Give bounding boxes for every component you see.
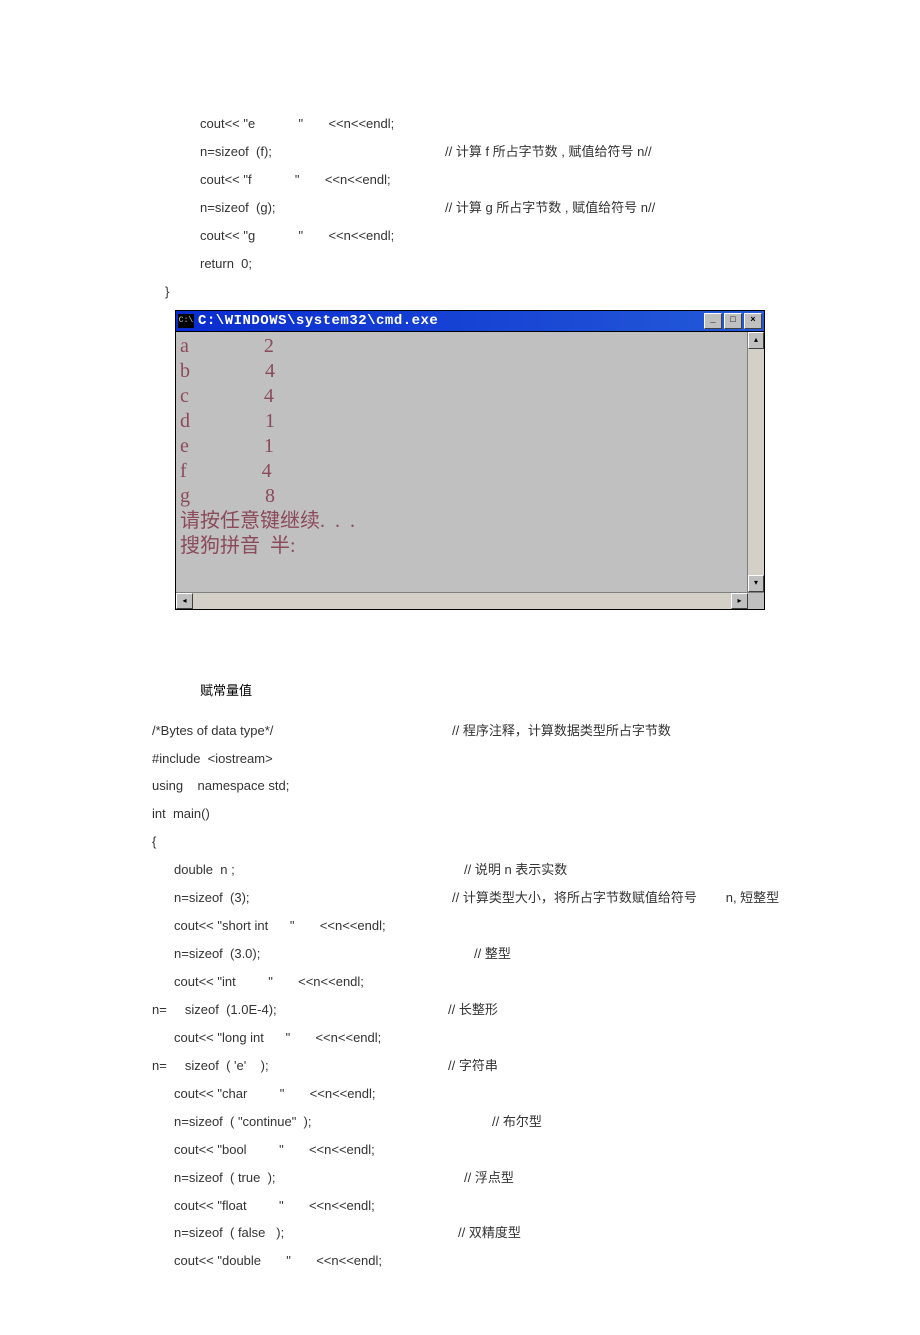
window-title: C:\WINDOWS\system32\cmd.exe bbox=[198, 313, 704, 329]
console-line: g 8 bbox=[180, 484, 743, 509]
scroll-right-icon[interactable]: ▸ bbox=[731, 593, 748, 609]
code-line: n=sizeof ( "continue" );// 布尔型 bbox=[0, 1108, 920, 1136]
console-screenshot: C:\ C:\WINDOWS\system32\cmd.exe _ □ × a … bbox=[175, 310, 765, 610]
console-line: e 1 bbox=[180, 434, 743, 459]
close-button[interactable]: × bbox=[744, 313, 762, 329]
scroll-up-icon[interactable]: ▴ bbox=[748, 332, 764, 349]
maximize-button[interactable]: □ bbox=[724, 313, 742, 329]
code-line: cout<< "e " <<n<<endl; bbox=[0, 110, 920, 138]
code-block-top: cout<< "e " <<n<<endl; n=sizeof (f);// 计… bbox=[0, 110, 920, 306]
code-block-bottom: /*Bytes of data type*/// 程序注释，计算数据类型所占字节… bbox=[0, 717, 920, 1276]
code-line: cout<< "char " <<n<<endl; bbox=[0, 1080, 920, 1108]
code-line: cout<< "f " <<n<<endl; bbox=[0, 166, 920, 194]
console-window: C:\ C:\WINDOWS\system32\cmd.exe _ □ × a … bbox=[175, 310, 765, 610]
console-line: f 4 bbox=[180, 459, 743, 484]
code-line: #include <iostream> bbox=[0, 745, 920, 773]
section-heading: 赋常量值 bbox=[0, 680, 920, 699]
code-line: n=sizeof (g);// 计算 g 所占字节数 , 赋值给符号 n// bbox=[0, 194, 920, 222]
code-line: n=sizeof ( false );// 双精度型 bbox=[0, 1219, 920, 1247]
code-line: n=sizeof (3.0);// 整型 bbox=[0, 940, 920, 968]
horizontal-scrollbar[interactable]: ◂ ▸ bbox=[176, 592, 764, 609]
code-line: n=sizeof (3);// 计算类型大小，将所占字节数赋值给符号 n, 短整… bbox=[0, 884, 920, 912]
console-line: b 4 bbox=[180, 359, 743, 384]
code-line: cout<< "short int " <<n<<endl; bbox=[0, 912, 920, 940]
code-line: { bbox=[0, 828, 920, 856]
code-line: return 0; bbox=[0, 250, 920, 278]
code-line: cout<< "float " <<n<<endl; bbox=[0, 1192, 920, 1220]
scroll-track[interactable] bbox=[193, 593, 731, 609]
console-line: d 1 bbox=[180, 409, 743, 434]
code-line: n= sizeof (1.0E-4);// 长整形 bbox=[0, 996, 920, 1024]
console-line: 搜狗拼音 半: bbox=[180, 534, 743, 559]
code-line: cout<< "bool " <<n<<endl; bbox=[0, 1136, 920, 1164]
code-line: cout<< "int " <<n<<endl; bbox=[0, 968, 920, 996]
code-line: n=sizeof (f);// 计算 f 所占字节数 , 赋值给符号 n// bbox=[0, 138, 920, 166]
minimize-button[interactable]: _ bbox=[704, 313, 722, 329]
vertical-scrollbar[interactable]: ▴ ▾ bbox=[747, 332, 764, 592]
code-line: using namespace std; bbox=[0, 772, 920, 800]
document-page: cout<< "e " <<n<<endl; n=sizeof (f);// 计… bbox=[0, 0, 920, 1335]
code-line: } bbox=[0, 278, 920, 306]
app-icon: C:\ bbox=[178, 314, 194, 328]
code-line: int main() bbox=[0, 800, 920, 828]
code-line: cout<< "long int " <<n<<endl; bbox=[0, 1024, 920, 1052]
code-line: cout<< "g " <<n<<endl; bbox=[0, 222, 920, 250]
scroll-corner bbox=[748, 593, 764, 609]
console-line: c 4 bbox=[180, 384, 743, 409]
code-line: cout<< "double " <<n<<endl; bbox=[0, 1247, 920, 1275]
console-line: 请按任意键继续. . . bbox=[180, 509, 743, 534]
window-controls: _ □ × bbox=[704, 313, 762, 329]
scroll-down-icon[interactable]: ▾ bbox=[748, 575, 764, 592]
code-line: n= sizeof ( 'e' );// 字符串 bbox=[0, 1052, 920, 1080]
scroll-track[interactable] bbox=[748, 349, 764, 575]
console-output: a 2 b 4 c 4 d 1 e 1 f 4 g 8 请按任意 bbox=[176, 332, 747, 592]
window-title-bar: C:\ C:\WINDOWS\system32\cmd.exe _ □ × bbox=[176, 311, 764, 332]
console-line: a 2 bbox=[180, 334, 743, 359]
code-line: n=sizeof ( true );// 浮点型 bbox=[0, 1164, 920, 1192]
code-line: double n ;// 说明 n 表示实数 bbox=[0, 856, 920, 884]
code-line: /*Bytes of data type*/// 程序注释，计算数据类型所占字节… bbox=[0, 717, 920, 745]
scroll-left-icon[interactable]: ◂ bbox=[176, 593, 193, 609]
